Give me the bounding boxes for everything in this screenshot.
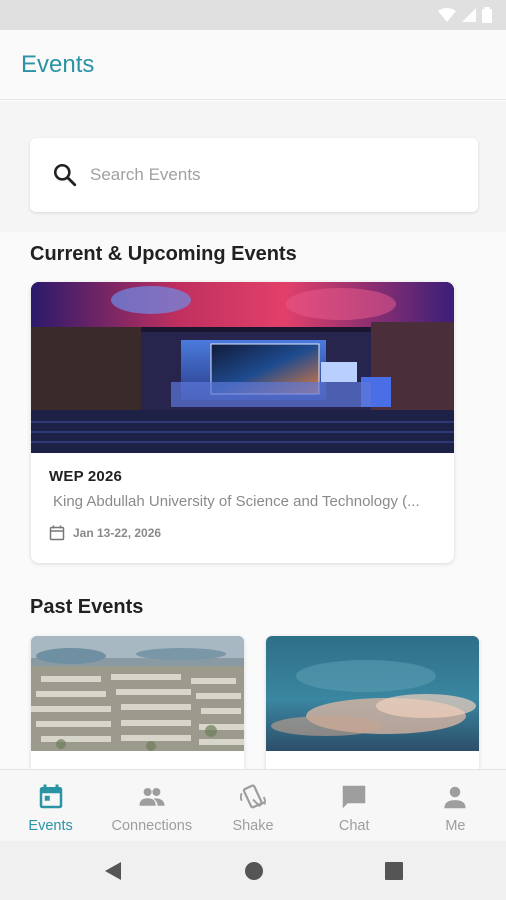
nav-item-connections[interactable]: Connections bbox=[101, 770, 202, 841]
page-title: Events bbox=[21, 51, 95, 78]
shake-phone-icon bbox=[239, 784, 266, 809]
event-date: Jan 13-22, 2026 bbox=[73, 526, 162, 540]
person-icon bbox=[444, 786, 467, 809]
signal-icon bbox=[462, 8, 476, 22]
system-navigation-bar bbox=[0, 841, 506, 900]
search-area bbox=[0, 101, 506, 232]
people-icon bbox=[139, 788, 165, 806]
chat-icon bbox=[342, 785, 366, 809]
past-event-card[interactable] bbox=[266, 636, 479, 786]
event-card[interactable]: WEP 2026 King Abdullah University of Sci… bbox=[31, 282, 454, 563]
event-name: WEP 2026 bbox=[49, 468, 123, 485]
wifi-icon bbox=[438, 8, 456, 22]
past-event-image bbox=[266, 636, 479, 751]
current-events-heading: Current & Upcoming Events bbox=[30, 243, 297, 265]
home-icon[interactable] bbox=[242, 859, 266, 883]
calendar-icon bbox=[39, 784, 62, 809]
event-image bbox=[31, 282, 454, 453]
nav-item-events[interactable]: Events bbox=[0, 770, 101, 841]
nav-label: Shake bbox=[232, 818, 274, 834]
search-box[interactable] bbox=[30, 138, 478, 212]
past-events-heading: Past Events bbox=[30, 596, 144, 618]
search-icon bbox=[53, 163, 77, 187]
bottom-navigation: Events Connections Shake Chat Me bbox=[0, 769, 506, 841]
nav-label: Chat bbox=[338, 818, 370, 834]
nav-item-me[interactable]: Me bbox=[405, 770, 506, 841]
search-input[interactable] bbox=[90, 158, 450, 192]
app-bar: Events bbox=[0, 30, 506, 100]
nav-label: Connections bbox=[111, 818, 193, 834]
back-icon[interactable] bbox=[101, 859, 125, 883]
past-event-card[interactable] bbox=[31, 636, 244, 786]
nav-item-chat[interactable]: Chat bbox=[304, 770, 405, 841]
status-bar bbox=[0, 0, 506, 30]
nav-label: Me bbox=[445, 818, 466, 834]
event-location: King Abdullah University of Science and … bbox=[53, 493, 420, 510]
event-date-row: Jan 13-22, 2026 bbox=[49, 525, 161, 541]
past-event-image bbox=[31, 636, 244, 751]
nav-item-shake[interactable]: Shake bbox=[202, 770, 303, 841]
calendar-icon bbox=[49, 525, 65, 541]
battery-icon bbox=[482, 7, 492, 23]
status-icons bbox=[438, 7, 492, 23]
recents-icon[interactable] bbox=[382, 859, 406, 883]
nav-label: Events bbox=[28, 818, 73, 834]
